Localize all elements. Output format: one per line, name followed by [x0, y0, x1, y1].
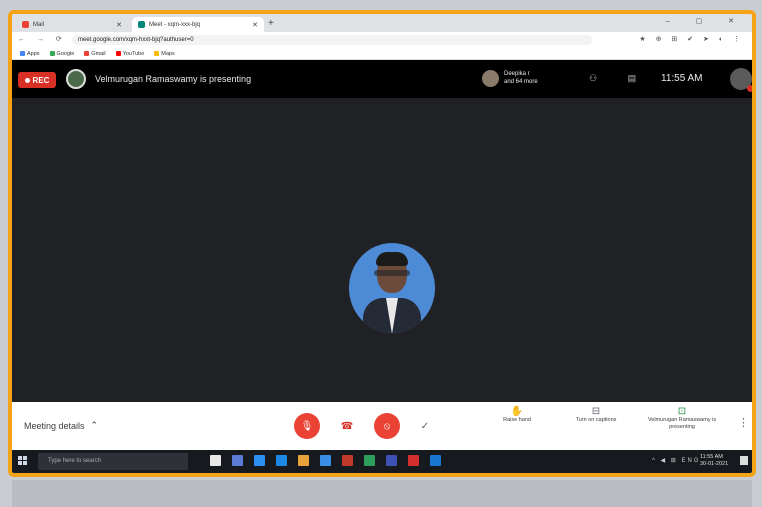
- self-avatar[interactable]: [730, 68, 752, 92]
- taskbar-search-input[interactable]: Type here to search: [38, 453, 188, 470]
- tab-label: Meet - xqm-xxx-bjq: [149, 21, 201, 28]
- meet-icon: [138, 21, 145, 28]
- leave-call-button[interactable]: ☎: [334, 413, 360, 439]
- presenting-button[interactable]: ⊡ Velmurugan Ramaswamy is presenting: [646, 406, 718, 431]
- tab-mail[interactable]: Mail ✕: [16, 17, 128, 32]
- presenting-label: Velmurugan Ramaswamy is presenting: [647, 417, 717, 430]
- camera-toggle-button[interactable]: ⦸: [374, 413, 400, 439]
- taskbar-app-icon[interactable]: [232, 455, 243, 466]
- taskbar-app-icon[interactable]: [254, 455, 265, 466]
- check-button[interactable]: ✓: [412, 413, 438, 439]
- meeting-clock: 11:55 AM: [661, 73, 703, 84]
- meet-stage: REC Velmurugan Ramaswamy is presenting D…: [12, 60, 752, 402]
- chevron-up-icon: ⌃: [90, 420, 99, 430]
- tab-meet[interactable]: Meet - xqm-xxx-bjq ✕: [132, 17, 264, 32]
- bookmark-icon: [20, 51, 25, 56]
- screenshot-frame: Mail ✕ Meet - xqm-xxx-bjq ✕ + – ▢ ✕ ← → …: [8, 10, 756, 477]
- captions-icon: ⊟: [591, 406, 601, 417]
- captions-label: Turn on captions: [575, 417, 617, 423]
- participant-count: and 64 more: [504, 79, 538, 85]
- background-surface: [12, 480, 752, 507]
- address-bar-row: ← → ⟳ ⌂ meet.google.com/xqm-hxxt-bjq?aut…: [12, 32, 752, 48]
- participant-tile: [349, 243, 435, 333]
- recording-badge: REC: [18, 72, 56, 88]
- taskbar-apps: [210, 455, 441, 466]
- rec-label: REC: [32, 75, 50, 85]
- presenting-text: Velmurugan Ramaswamy is presenting: [95, 74, 252, 84]
- windows-start-icon[interactable]: [18, 456, 28, 466]
- meeting-details-button[interactable]: Meeting details ⌃: [24, 420, 98, 431]
- participants-text: Deepika r and 64 more: [504, 70, 538, 86]
- bookmark-icon: [49, 51, 55, 56]
- participants-summary[interactable]: Deepika r and 64 more: [482, 68, 562, 90]
- camera-off-icon: ⦸: [383, 420, 391, 432]
- close-icon[interactable]: ✕: [116, 21, 122, 29]
- browser-tab-bar: Mail ✕ Meet - xqm-xxx-bjq ✕ + – ▢ ✕: [12, 14, 752, 32]
- bookmark-item[interactable]: Apps: [20, 51, 40, 57]
- participant-glasses: [374, 270, 410, 276]
- more-options-icon[interactable]: ⋮: [738, 416, 749, 429]
- raise-hand-button[interactable]: ✋ Raise hand: [492, 406, 542, 424]
- bookmark-item[interactable]: Maps: [154, 51, 175, 57]
- mic-off-icon: 🎙: [300, 420, 314, 432]
- taskbar-app-icon[interactable]: [210, 455, 221, 466]
- present-screen-icon: ⊡: [677, 406, 687, 417]
- people-chat-icons[interactable]: ⚇ ▤: [589, 73, 650, 84]
- taskbar-app-icon[interactable]: [342, 455, 353, 466]
- taskbar-app-icon[interactable]: [364, 455, 375, 466]
- record-dot-icon: [24, 77, 30, 83]
- bookmark-item[interactable]: Gmail: [84, 51, 106, 57]
- taskbar-app-icon[interactable]: [408, 455, 419, 466]
- participant-name: Deepika r: [504, 71, 530, 77]
- captions-button[interactable]: ⊟ Turn on captions: [565, 406, 627, 424]
- url-input[interactable]: meet.google.com/xqm-hxxt-bjq?authuser=0: [72, 35, 592, 45]
- system-tray-icons[interactable]: ^ ◀ ⊞ ENG: [652, 457, 700, 464]
- tab-label: Mail: [33, 21, 45, 28]
- notification-badge: [747, 85, 752, 92]
- participant-hair: [376, 252, 408, 266]
- taskbar-app-icon[interactable]: [430, 455, 441, 466]
- taskbar-app-icon[interactable]: [320, 455, 331, 466]
- presenter-avatar: [66, 69, 86, 89]
- meet-top-bar: REC Velmurugan Ramaswamy is presenting D…: [12, 60, 752, 98]
- participant-avatar: [482, 70, 499, 87]
- bookmarks-bar: Apps Google Gmail YouTube Maps: [12, 48, 752, 60]
- window-controls[interactable]: – ▢ ✕: [666, 17, 746, 25]
- taskbar-time: 11:55 AM: [700, 454, 723, 460]
- notification-icon[interactable]: [740, 456, 748, 465]
- close-icon[interactable]: ✕: [252, 21, 258, 29]
- meet-controls-bar: Meeting details ⌃ 🎙 ☎ ⦸ ✓ ✋ Raise hand ⊟…: [12, 402, 752, 450]
- raise-hand-label: Raise hand: [503, 417, 531, 423]
- check-icon: ✓: [420, 420, 430, 432]
- bookmark-icon: [154, 51, 160, 56]
- bookmark-icon: [115, 51, 121, 56]
- new-tab-button[interactable]: +: [268, 18, 274, 29]
- windows-taskbar: Type here to search ^ ◀ ⊞ ENG 11:55 AM 3…: [12, 450, 752, 473]
- taskbar-app-icon[interactable]: [386, 455, 397, 466]
- taskbar-clock[interactable]: 11:55 AM 30-01-2021: [700, 454, 728, 468]
- hand-icon: ✋: [510, 406, 524, 417]
- taskbar-app-icon[interactable]: [276, 455, 287, 466]
- extension-icons[interactable]: ★ ⊕ ⊞ ✔ ➤ ◐ ⋮: [639, 35, 744, 43]
- bookmark-item[interactable]: Google: [49, 51, 74, 57]
- meeting-details-label: Meeting details: [24, 420, 85, 431]
- taskbar-app-icon[interactable]: [298, 455, 309, 466]
- taskbar-date: 30-01-2021: [700, 461, 729, 467]
- gmail-icon: [22, 21, 29, 28]
- bookmark-icon: [84, 51, 90, 56]
- bookmark-item[interactable]: YouTube: [115, 51, 144, 57]
- hangup-icon: ☎: [340, 420, 354, 432]
- mic-toggle-button[interactable]: 🎙: [294, 413, 320, 439]
